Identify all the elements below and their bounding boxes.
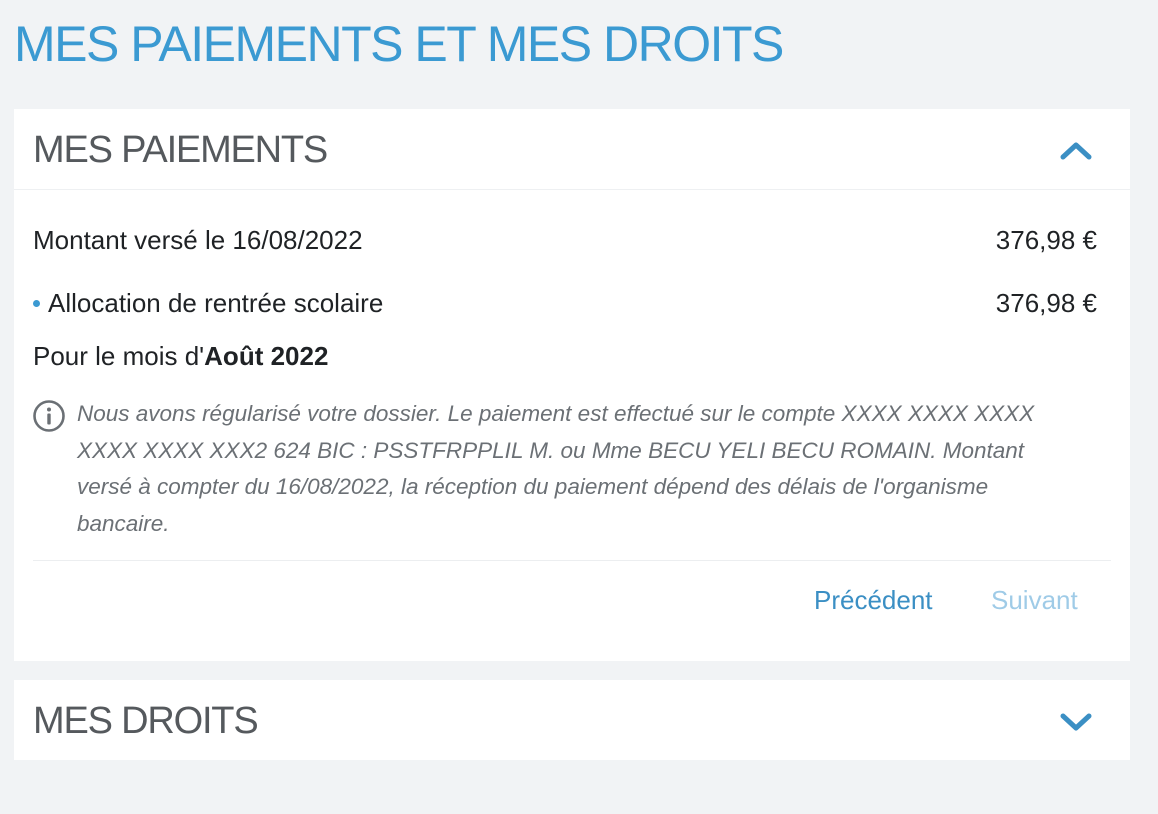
info-circle-icon (33, 400, 65, 432)
payment-month-prefix: Pour le mois d' (33, 341, 205, 371)
payment-item-label: Allocation de rentrée scolaire (48, 288, 384, 318)
payment-date-label: Montant versé le 16/08/2022 (33, 225, 363, 255)
rights-panel: MES DROITS (14, 680, 1130, 760)
payment-total-amount: 376,98 € (995, 225, 1097, 255)
payments-panel-title: MES PAIEMENTS (33, 129, 328, 171)
rights-panel-title: MES DROITS (33, 700, 259, 742)
chevron-up-icon[interactable] (1058, 135, 1094, 165)
payments-panel-header[interactable]: MES PAIEMENTS (14, 109, 1130, 190)
payment-info-message: Nous avons régularisé votre dossier. Le … (77, 401, 1035, 536)
payment-month: Pour le mois d'Août 2022 (33, 340, 328, 372)
chevron-down-icon[interactable] (1058, 706, 1094, 736)
divider (33, 560, 1111, 561)
payment-item-amount: 376,98 € (995, 288, 1097, 318)
next-button[interactable]: Suivant (991, 583, 1078, 617)
rights-panel-header[interactable]: MES DROITS (14, 680, 1130, 760)
previous-button[interactable]: Précédent (814, 583, 933, 617)
bullet-icon (33, 299, 40, 307)
payments-panel: MES PAIEMENTS Montant versé le 16/08/202… (14, 109, 1130, 661)
page-title: MES PAIEMENTS ET MES DROITS (14, 16, 784, 72)
payment-month-value: Août 2022 (204, 341, 329, 371)
